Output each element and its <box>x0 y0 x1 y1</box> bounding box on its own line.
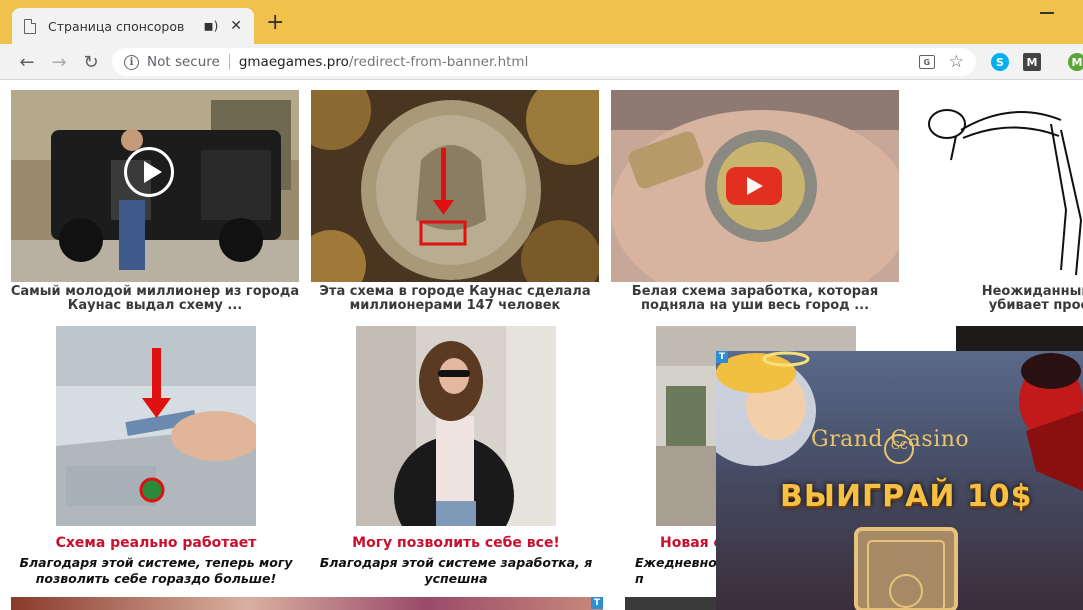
bookmark-star-icon[interactable]: ☆ <box>949 52 964 72</box>
tab-title: Страница спонсоров <box>48 18 185 34</box>
minimize-icon[interactable] <box>1040 12 1054 14</box>
forward-arrow-icon[interactable]: → <box>46 49 72 75</box>
tab-sponsors[interactable]: Страница спонсоров ◼) ✕ <box>12 8 254 44</box>
card-description: Ежедневно п <box>635 555 717 586</box>
card-description: Благодаря этой системе заработка, я успе… <box>319 555 593 586</box>
thumbnail-atm[interactable] <box>56 326 256 526</box>
atm-image <box>56 326 256 526</box>
document-icon <box>24 18 36 34</box>
thumbnail-coin[interactable] <box>311 90 599 282</box>
thumbnail-woman[interactable] <box>356 326 556 526</box>
thumbnail-strip[interactable] <box>625 597 717 610</box>
thumbnail-strip[interactable] <box>11 597 603 610</box>
close-tab-icon[interactable]: ✕ <box>230 18 242 34</box>
address-bar[interactable]: i Not secure gmaegames.pro/redirect-from… <box>112 48 976 76</box>
thumbnail-sketch[interactable] <box>911 90 1083 282</box>
security-label: Not secure <box>147 54 220 70</box>
card-caption[interactable]: Эта схема в городе Каунас сделала миллио… <box>305 285 605 313</box>
back-arrow-icon[interactable]: ← <box>14 49 40 75</box>
woman-image <box>356 326 556 526</box>
title-bar: Страница спонсоров ◼) ✕ + <box>0 0 1083 44</box>
casino-headline[interactable]: ВЫИГРАЙ 10$ <box>780 479 1033 514</box>
casino-monogram: GC <box>891 439 909 452</box>
card-caption[interactable]: Неожиданный спос убивает простати <box>905 285 1083 313</box>
url-path: /redirect-from-banner.html <box>348 54 529 70</box>
url-host: gmaegames.pro <box>238 54 349 70</box>
ad-marker-icon: T <box>716 351 728 363</box>
new-tab-button[interactable]: + <box>266 12 284 34</box>
reload-icon[interactable]: ↻ <box>78 49 104 75</box>
address-separator <box>228 54 230 70</box>
card-caption[interactable]: Белая схема заработка, которая подняла н… <box>605 285 905 313</box>
casino-ad-banner[interactable]: Grand Casino GC ВЫИГРАЙ 10$ T <box>716 351 1083 610</box>
euro-coin-image <box>311 90 599 282</box>
sponsor-page: Самый молодой миллионер из города Каунас… <box>0 81 1083 610</box>
sketch-figure-image <box>911 90 1083 282</box>
youtube-play-icon[interactable] <box>726 167 782 205</box>
profile-avatar[interactable]: M <box>1068 53 1083 71</box>
thumbnail-suv[interactable] <box>11 90 299 282</box>
info-icon[interactable]: i <box>124 54 139 70</box>
ad-marker-icon: T <box>591 597 603 609</box>
card-caption[interactable]: Самый молодой миллионер из города Каунас… <box>5 285 305 313</box>
play-icon[interactable] <box>124 147 174 197</box>
card-description: Благодаря этой системе, теперь могу позв… <box>19 555 293 586</box>
speaker-icon[interactable]: ◼) <box>204 19 219 33</box>
gmail-extension-icon[interactable]: M <box>1023 53 1041 71</box>
thumbnail-hand-coin[interactable] <box>611 90 899 282</box>
card-title[interactable]: Схема реально работает <box>6 535 306 551</box>
skype-extension-icon[interactable]: S <box>991 53 1009 71</box>
card-title[interactable]: Могу позволить себе все! <box>306 535 606 551</box>
translate-icon[interactable]: G <box>918 55 935 69</box>
browser-toolbar: ← → ↻ i Not secure gmaegames.pro/redirec… <box>0 44 1083 80</box>
